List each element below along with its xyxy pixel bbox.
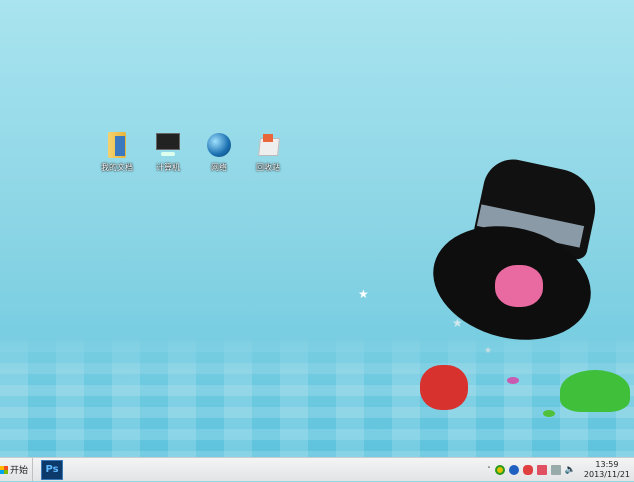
- flag-alert-icon[interactable]: [536, 465, 547, 475]
- clock[interactable]: 13:59 2013/11/21: [584, 460, 630, 480]
- taskbar: 开始 Ps ˄ 🔈 13:59 2013/11/21: [0, 457, 634, 481]
- desktop-icon-network[interactable]: 网络: [194, 130, 244, 173]
- wallpaper-floor: [0, 330, 634, 457]
- desktop-icon-my-documents[interactable]: 我的文档: [92, 130, 142, 173]
- folder-icon: [102, 130, 132, 160]
- desktop-icon-computer[interactable]: 计算机: [143, 130, 193, 173]
- network-status-icon[interactable]: [550, 465, 561, 475]
- blue-circle-tray-icon[interactable]: [508, 465, 519, 475]
- network-globe-icon: [204, 130, 234, 160]
- taskbar-photoshop-button[interactable]: Ps: [41, 459, 64, 480]
- windows-logo-icon: [0, 465, 8, 474]
- recycle-bin-icon: [253, 130, 283, 160]
- desktop: 我的文档 计算机 网络 回收站 ★ ★ ★: [0, 0, 634, 457]
- start-button[interactable]: 开始: [0, 458, 34, 481]
- star-icon: ★: [358, 287, 369, 301]
- volume-icon[interactable]: 🔈: [565, 465, 576, 475]
- star-icon: ★: [452, 316, 463, 330]
- show-hidden-icons-chevron-icon[interactable]: ˄: [487, 466, 491, 474]
- star-icon: ★: [484, 346, 493, 356]
- system-tray: ˄ 🔈 13:59 2013/11/21: [483, 458, 634, 482]
- computer-icon: [153, 130, 183, 160]
- desktop-icon-recycle-bin[interactable]: 回收站: [243, 130, 293, 173]
- green-plus-tray-icon[interactable]: [494, 465, 505, 475]
- qq-penguin-icon[interactable]: [522, 465, 533, 475]
